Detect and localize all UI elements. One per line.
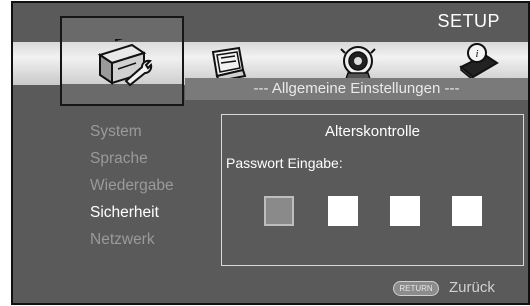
- tab-general-settings[interactable]: [60, 16, 184, 106]
- settings-menu: System Sprache Wiedergabe Sicherheit Net…: [90, 118, 174, 253]
- panel-title: Alterskontrolle: [324, 123, 421, 140]
- parental-control-panel: Alterskontrolle Passwort Eingabe:: [221, 114, 524, 266]
- menu-item-network[interactable]: Netzwerk: [90, 226, 174, 253]
- password-digit-3[interactable]: [390, 196, 420, 226]
- section-band: --- Allgemeine Einstellungen ---: [185, 78, 528, 100]
- menu-item-language[interactable]: Sprache: [90, 145, 174, 172]
- page-title: SETUP: [437, 11, 500, 31]
- password-digit-4[interactable]: [452, 196, 482, 226]
- password-label: Passwort Eingabe:: [226, 155, 343, 171]
- monitor-icon[interactable]: [209, 46, 249, 82]
- return-label: Zurück: [449, 279, 495, 296]
- setup-screen: SETUP i --- Allgemeine Einstellungen ---…: [0, 0, 530, 306]
- return-button[interactable]: RETURN: [393, 281, 439, 296]
- speaker-icon[interactable]: [339, 43, 377, 81]
- menu-item-security[interactable]: Sicherheit: [90, 199, 174, 226]
- setup-frame: SETUP i --- Allgemeine Einstellungen ---…: [11, 1, 530, 305]
- menu-item-playback[interactable]: Wiedergabe: [90, 172, 174, 199]
- password-digit-2[interactable]: [328, 196, 358, 226]
- svg-text:i: i: [475, 48, 478, 60]
- info-icon[interactable]: i: [459, 41, 499, 81]
- section-subtitle: --- Allgemeine Einstellungen ---: [253, 80, 460, 97]
- menu-item-system[interactable]: System: [90, 118, 174, 145]
- password-digit-1[interactable]: [264, 196, 294, 226]
- toolbox-icon: [97, 39, 153, 87]
